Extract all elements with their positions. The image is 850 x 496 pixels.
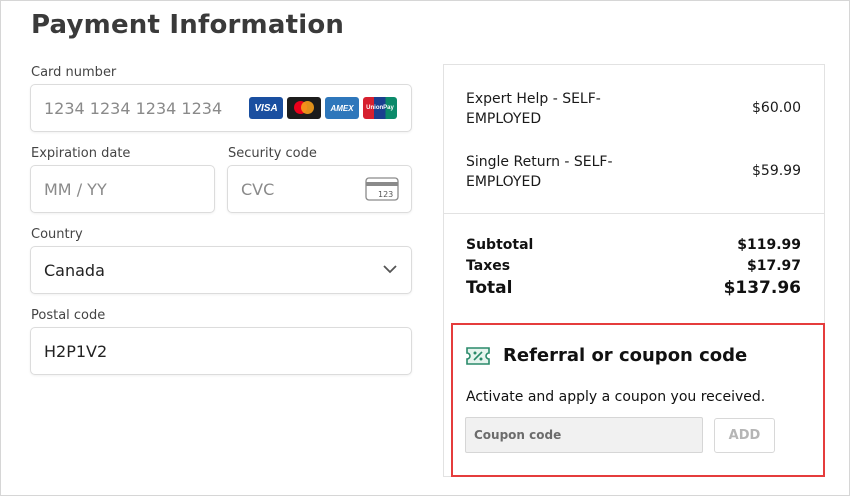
- card-number-input[interactable]: 1234 1234 1234 1234 VISA AMEX UnionPay: [30, 84, 412, 132]
- security-code-label: Security code: [228, 146, 317, 161]
- country-select[interactable]: Canada: [30, 246, 412, 294]
- divider: [444, 213, 824, 214]
- cvc-icon-digits: 123: [378, 190, 393, 199]
- coupon-ticket-icon: [466, 347, 490, 365]
- line-item-price: $59.99: [752, 163, 801, 179]
- expiration-placeholder: MM / YY: [44, 179, 107, 199]
- taxes-value: $17.97: [746, 258, 801, 274]
- postal-code-value: H2P1V2: [44, 341, 108, 361]
- postal-code-input[interactable]: H2P1V2: [30, 327, 412, 375]
- country-label: Country: [31, 227, 83, 242]
- card-brands: VISA AMEX UnionPay: [249, 97, 397, 119]
- page-title: Payment Information: [31, 10, 345, 40]
- amex-icon: AMEX: [325, 97, 359, 119]
- mastercard-icon: [287, 97, 321, 119]
- visa-icon: VISA: [249, 97, 283, 119]
- country-value: Canada: [44, 260, 105, 280]
- expiration-input[interactable]: MM / YY: [30, 165, 215, 213]
- coupon-code-input[interactable]: Coupon code: [465, 417, 703, 453]
- total-label: Total: [466, 278, 513, 298]
- expiration-label: Expiration date: [31, 146, 131, 161]
- taxes-label: Taxes: [466, 258, 511, 274]
- card-number-placeholder: 1234 1234 1234 1234: [44, 98, 223, 118]
- subtotal-label: Subtotal: [466, 237, 534, 253]
- postal-code-label: Postal code: [31, 308, 106, 323]
- chevron-down-icon: [383, 265, 397, 274]
- cvc-card-icon: 123: [365, 177, 399, 201]
- card-number-label: Card number: [31, 65, 117, 80]
- security-code-placeholder: CVC: [241, 179, 275, 199]
- line-item-name: Single Return - SELF-EMPLOYED: [466, 154, 613, 190]
- security-code-input[interactable]: CVC 123: [227, 165, 412, 213]
- add-coupon-button[interactable]: ADD: [714, 418, 775, 453]
- coupon-code-placeholder: Coupon code: [474, 428, 562, 442]
- subtotal-value: $119.99: [737, 237, 801, 253]
- line-item-price: $60.00: [752, 100, 801, 116]
- coupon-description: Activate and apply a coupon you received…: [466, 389, 766, 405]
- unionpay-icon: UnionPay: [363, 97, 397, 119]
- line-item-name: Expert Help - SELF-EMPLOYED: [466, 91, 601, 127]
- coupon-title: Referral or coupon code: [503, 345, 748, 366]
- total-value: $137.96: [723, 278, 801, 298]
